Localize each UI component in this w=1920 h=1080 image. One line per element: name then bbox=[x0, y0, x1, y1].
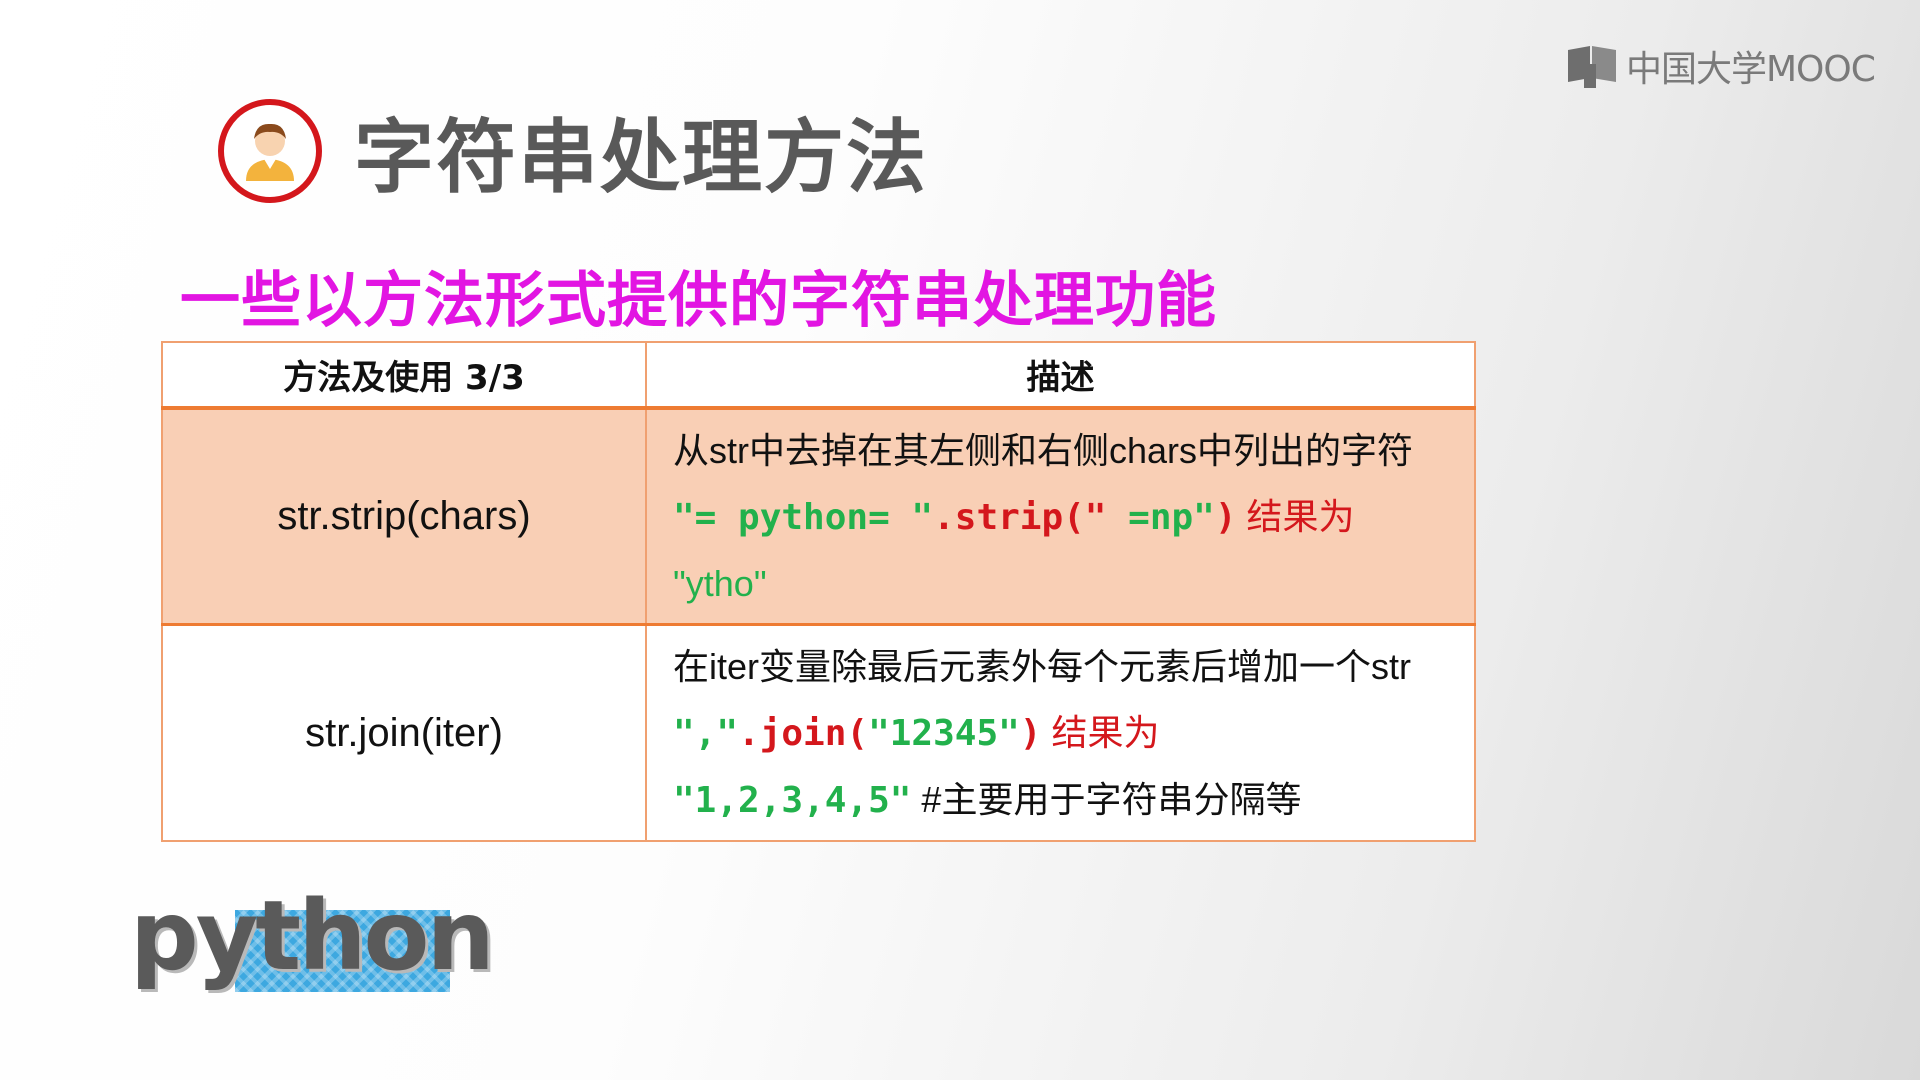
method-table: 方法及使用 3/3 描述 str.strip(chars) 从str中去掉在其左… bbox=[161, 341, 1476, 842]
title-block: 字符串处理方法 bbox=[218, 93, 928, 209]
column-header-description: 描述 bbox=[645, 341, 1476, 410]
code-close-paren: ) bbox=[1214, 497, 1237, 538]
result-label: 结果为 bbox=[1236, 496, 1355, 537]
code-result: "1,2,3,4,5" #主要用于字符串分隔等 bbox=[673, 767, 1448, 834]
code-result: "ytho" bbox=[673, 551, 1448, 617]
description-cell: 在iter变量除最后元素外每个元素后增加一个str ",".join("1234… bbox=[645, 623, 1476, 842]
subtitle: 一些以方法形式提供的字符串处理功能 bbox=[180, 266, 1217, 336]
code-string-literal: "," bbox=[673, 713, 739, 754]
code-comment: #主要用于字符串分隔等 bbox=[911, 779, 1302, 820]
code-string-literal: "= python= " bbox=[673, 497, 934, 538]
code-argument: =np" bbox=[1106, 497, 1215, 538]
code-method-call: .join( bbox=[738, 713, 869, 754]
table-row: str.strip(chars) 从str中去掉在其左侧和右侧chars中列出的… bbox=[161, 407, 1476, 626]
code-close-paren: ) bbox=[1019, 713, 1042, 754]
mooc-logo-text: 中国大学MOOC bbox=[1626, 49, 1876, 90]
page-title: 字符串处理方法 bbox=[354, 111, 928, 204]
python-logo-text: python bbox=[130, 880, 495, 992]
python-logo: python bbox=[130, 880, 495, 1000]
code-example: "= python= ".strip(" =np") 结果为 bbox=[673, 484, 1448, 551]
method-cell: str.strip(chars) bbox=[161, 407, 647, 626]
description-text: 从str中去掉在其左侧和右侧chars中列出的字符 bbox=[673, 430, 1414, 471]
code-argument: "12345" bbox=[868, 713, 1020, 754]
table-header-row: 方法及使用 3/3 描述 bbox=[161, 341, 1476, 410]
column-header-method: 方法及使用 3/3 bbox=[161, 341, 647, 410]
result-value: "1,2,3,4,5" bbox=[673, 780, 912, 821]
person-avatar-icon bbox=[218, 99, 322, 203]
code-example: ",".join("12345") 结果为 bbox=[673, 700, 1448, 767]
result-label: 结果为 bbox=[1041, 712, 1160, 753]
table-row: str.join(iter) 在iter变量除最后元素外每个元素后增加一个str… bbox=[161, 623, 1476, 842]
mooc-logo: 中国大学MOOC bbox=[1566, 40, 1876, 92]
code-method-call: .strip(" bbox=[933, 497, 1107, 538]
method-cell: str.join(iter) bbox=[161, 623, 647, 842]
description-text: 在iter变量除最后元素外每个元素后增加一个str bbox=[673, 646, 1412, 687]
book-icon bbox=[1568, 46, 1616, 88]
result-value: "ytho" bbox=[673, 563, 767, 604]
description-cell: 从str中去掉在其左侧和右侧chars中列出的字符 "= python= ".s… bbox=[645, 407, 1476, 626]
